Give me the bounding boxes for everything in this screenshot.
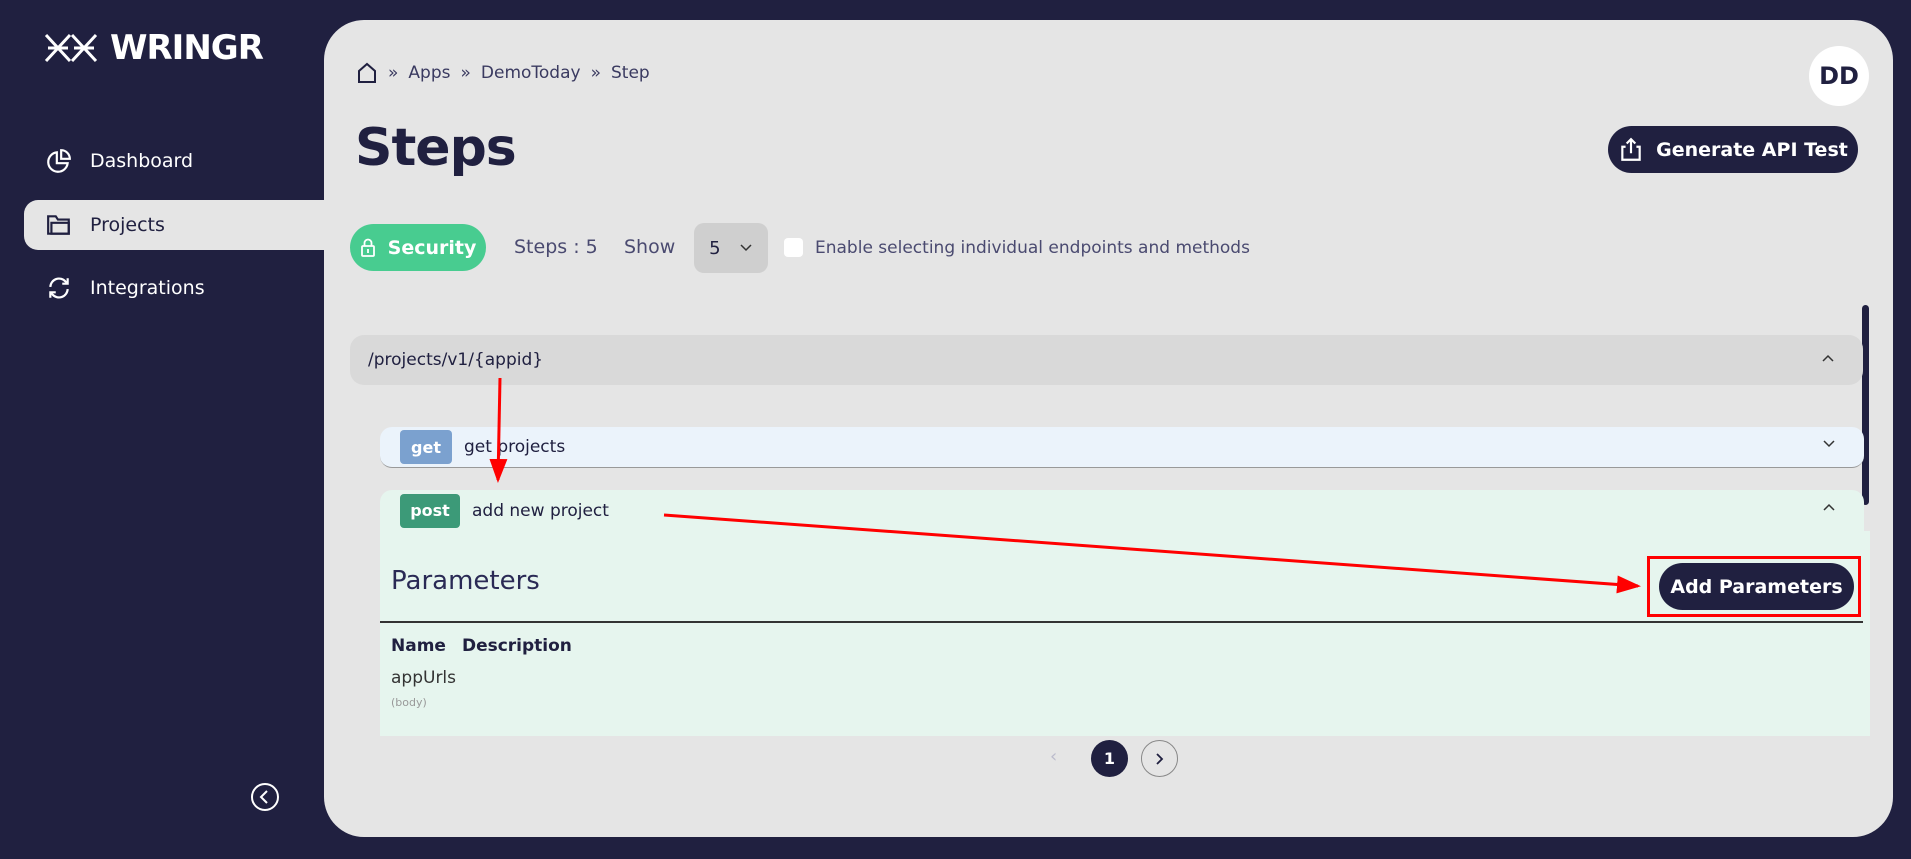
method-row-post[interactable]: post add new project <box>380 490 1864 531</box>
home-icon[interactable] <box>356 62 378 84</box>
select-value: 5 <box>709 237 721 259</box>
sidebar-item-label: Dashboard <box>90 150 194 172</box>
method-row-get[interactable]: get get projects <box>380 427 1864 468</box>
chevrons-right-icon: » <box>388 63 399 83</box>
divider <box>380 621 1863 623</box>
steps-count: Steps : 5 <box>514 236 598 258</box>
scrollbar[interactable] <box>1862 305 1869 505</box>
breadcrumb-item[interactable]: DemoToday <box>481 63 581 83</box>
prev-page-button[interactable]: ‹ <box>1050 746 1057 767</box>
chevron-down-icon <box>740 244 752 252</box>
show-label: Show <box>624 236 676 258</box>
parameters-header: Name Description <box>391 636 572 656</box>
logo: WRINGR <box>44 28 264 68</box>
button-label: Security <box>387 236 477 259</box>
sidebar-item-dashboard[interactable]: Dashboard <box>24 136 324 186</box>
breadcrumb-item[interactable]: Apps <box>408 63 450 83</box>
avatar[interactable]: DD <box>1809 46 1869 106</box>
collapse-sidebar-button[interactable] <box>250 782 280 816</box>
parameter-location: (body) <box>391 696 427 709</box>
chevron-left-circle-icon <box>251 783 279 811</box>
sidebar-item-label: Projects <box>90 214 165 236</box>
chevron-up-icon <box>1822 354 1834 362</box>
endpoint-path: /projects/v1/{appid} <box>368 350 544 370</box>
pie-chart-icon <box>47 149 71 173</box>
parameters-title: Parameters <box>391 566 540 596</box>
annotation-highlight-box <box>1647 556 1861 617</box>
show-count-select[interactable]: 5 <box>694 223 768 273</box>
share-upload-icon <box>1621 137 1641 161</box>
column-description: Description <box>461 636 572 656</box>
method-summary: get projects <box>464 437 566 457</box>
parameter-name: appUrls <box>391 668 457 688</box>
refresh-icon <box>49 277 69 299</box>
column-name: Name <box>391 636 446 656</box>
chevron-up-icon <box>1823 503 1835 511</box>
brand-name: WRINGR <box>110 28 264 68</box>
sidebar-item-integrations[interactable]: Integrations <box>24 263 324 313</box>
page-title: Steps <box>355 118 517 178</box>
checkbox-label: Enable selecting individual endpoints an… <box>815 238 1250 258</box>
endpoint-path-header[interactable]: /projects/v1/{appid} <box>350 335 1863 385</box>
chevrons-right-icon: » <box>590 63 601 83</box>
folder-icon <box>47 215 70 235</box>
next-page-button[interactable] <box>1141 740 1178 777</box>
page-1-button[interactable]: 1 <box>1091 740 1128 777</box>
enable-individual-checkbox[interactable] <box>784 238 803 257</box>
chevrons-right-icon: » <box>460 63 471 83</box>
chevron-down-icon <box>1823 440 1835 448</box>
method-summary: add new project <box>472 500 609 521</box>
chevron-right-icon <box>1155 752 1163 765</box>
sidebar-item-projects[interactable]: Projects <box>24 200 324 250</box>
lock-icon <box>360 238 375 257</box>
method-badge: get <box>400 430 452 464</box>
generate-api-test-button[interactable]: Generate API Test <box>1608 126 1858 173</box>
sidebar-item-label: Integrations <box>90 277 205 299</box>
breadcrumb: » Apps » DemoToday » Step <box>356 62 650 84</box>
logo-icon <box>44 33 98 63</box>
breadcrumb-item[interactable]: Step <box>611 63 650 83</box>
button-label: Generate API Test <box>1656 138 1848 161</box>
method-badge: post <box>400 493 460 528</box>
security-button[interactable]: Security <box>350 224 486 271</box>
